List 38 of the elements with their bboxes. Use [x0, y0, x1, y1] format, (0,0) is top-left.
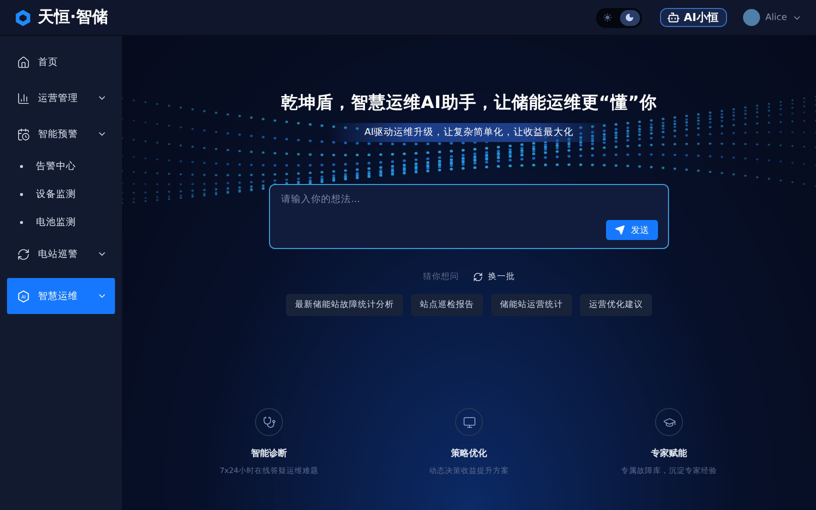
prompt-input-field[interactable]: 请输入你的想法... 发送 — [269, 184, 669, 249]
refresh-icon — [17, 248, 30, 260]
hero-subtitle: AI驱动运维升级，让复杂简单化，让收益最大化 — [328, 123, 610, 142]
dark-mode-button[interactable] — [620, 10, 640, 26]
sidebar-subitem[interactable]: 电池监测 — [7, 208, 115, 236]
user-menu[interactable]: Alice — [743, 9, 802, 26]
sidebar-item[interactable]: 首页 — [7, 44, 115, 80]
avatar — [743, 9, 760, 26]
logo-icon — [14, 8, 32, 26]
refresh-button[interactable]: 换一批 — [473, 271, 515, 283]
feature-title: 策略优化 — [451, 448, 487, 460]
feature-title: 专家赋能 — [651, 447, 687, 460]
moon-icon — [625, 13, 634, 22]
sidebar-subitem[interactable]: 告警中心 — [7, 152, 115, 180]
ai-assistant-button[interactable]: AI小恒 — [660, 8, 728, 27]
brand-name: 天恒·智储 — [38, 7, 108, 28]
sidebar-item[interactable]: 运营管理 — [7, 80, 115, 116]
send-button[interactable]: 发送 — [606, 220, 658, 240]
suggestion-chip[interactable]: 最新储能站故障统计分析 — [286, 294, 403, 316]
refresh-icon — [473, 272, 483, 282]
suggestion-chip[interactable]: 站点巡检报告 — [411, 294, 483, 316]
stethoscope-icon — [255, 408, 283, 436]
feature-title: 智能诊断 — [251, 447, 287, 460]
sidebar-item[interactable]: 电站巡警 — [7, 236, 115, 272]
home-icon — [17, 56, 30, 68]
suggestions-label: 猜你想问 — [423, 271, 459, 283]
sun-icon — [603, 13, 612, 22]
hero-title: 乾坤盾，智慧运维AI助手，让储能运维更“懂”你 — [280, 92, 658, 114]
suggestion-chip[interactable]: 运营优化建议 — [580, 294, 652, 316]
monitor-icon — [455, 408, 483, 436]
sidebar-item[interactable]: 智能预警 — [7, 116, 115, 152]
calendar-icon — [17, 128, 30, 140]
robot-icon — [666, 11, 680, 24]
sidebar-subitem[interactable]: 设备监测 — [7, 180, 115, 208]
graduation-cap-icon — [655, 408, 683, 436]
suggestion-chip[interactable]: 储能站运营统计 — [491, 294, 572, 316]
send-icon — [615, 225, 625, 235]
bar-chart-icon — [17, 92, 30, 104]
